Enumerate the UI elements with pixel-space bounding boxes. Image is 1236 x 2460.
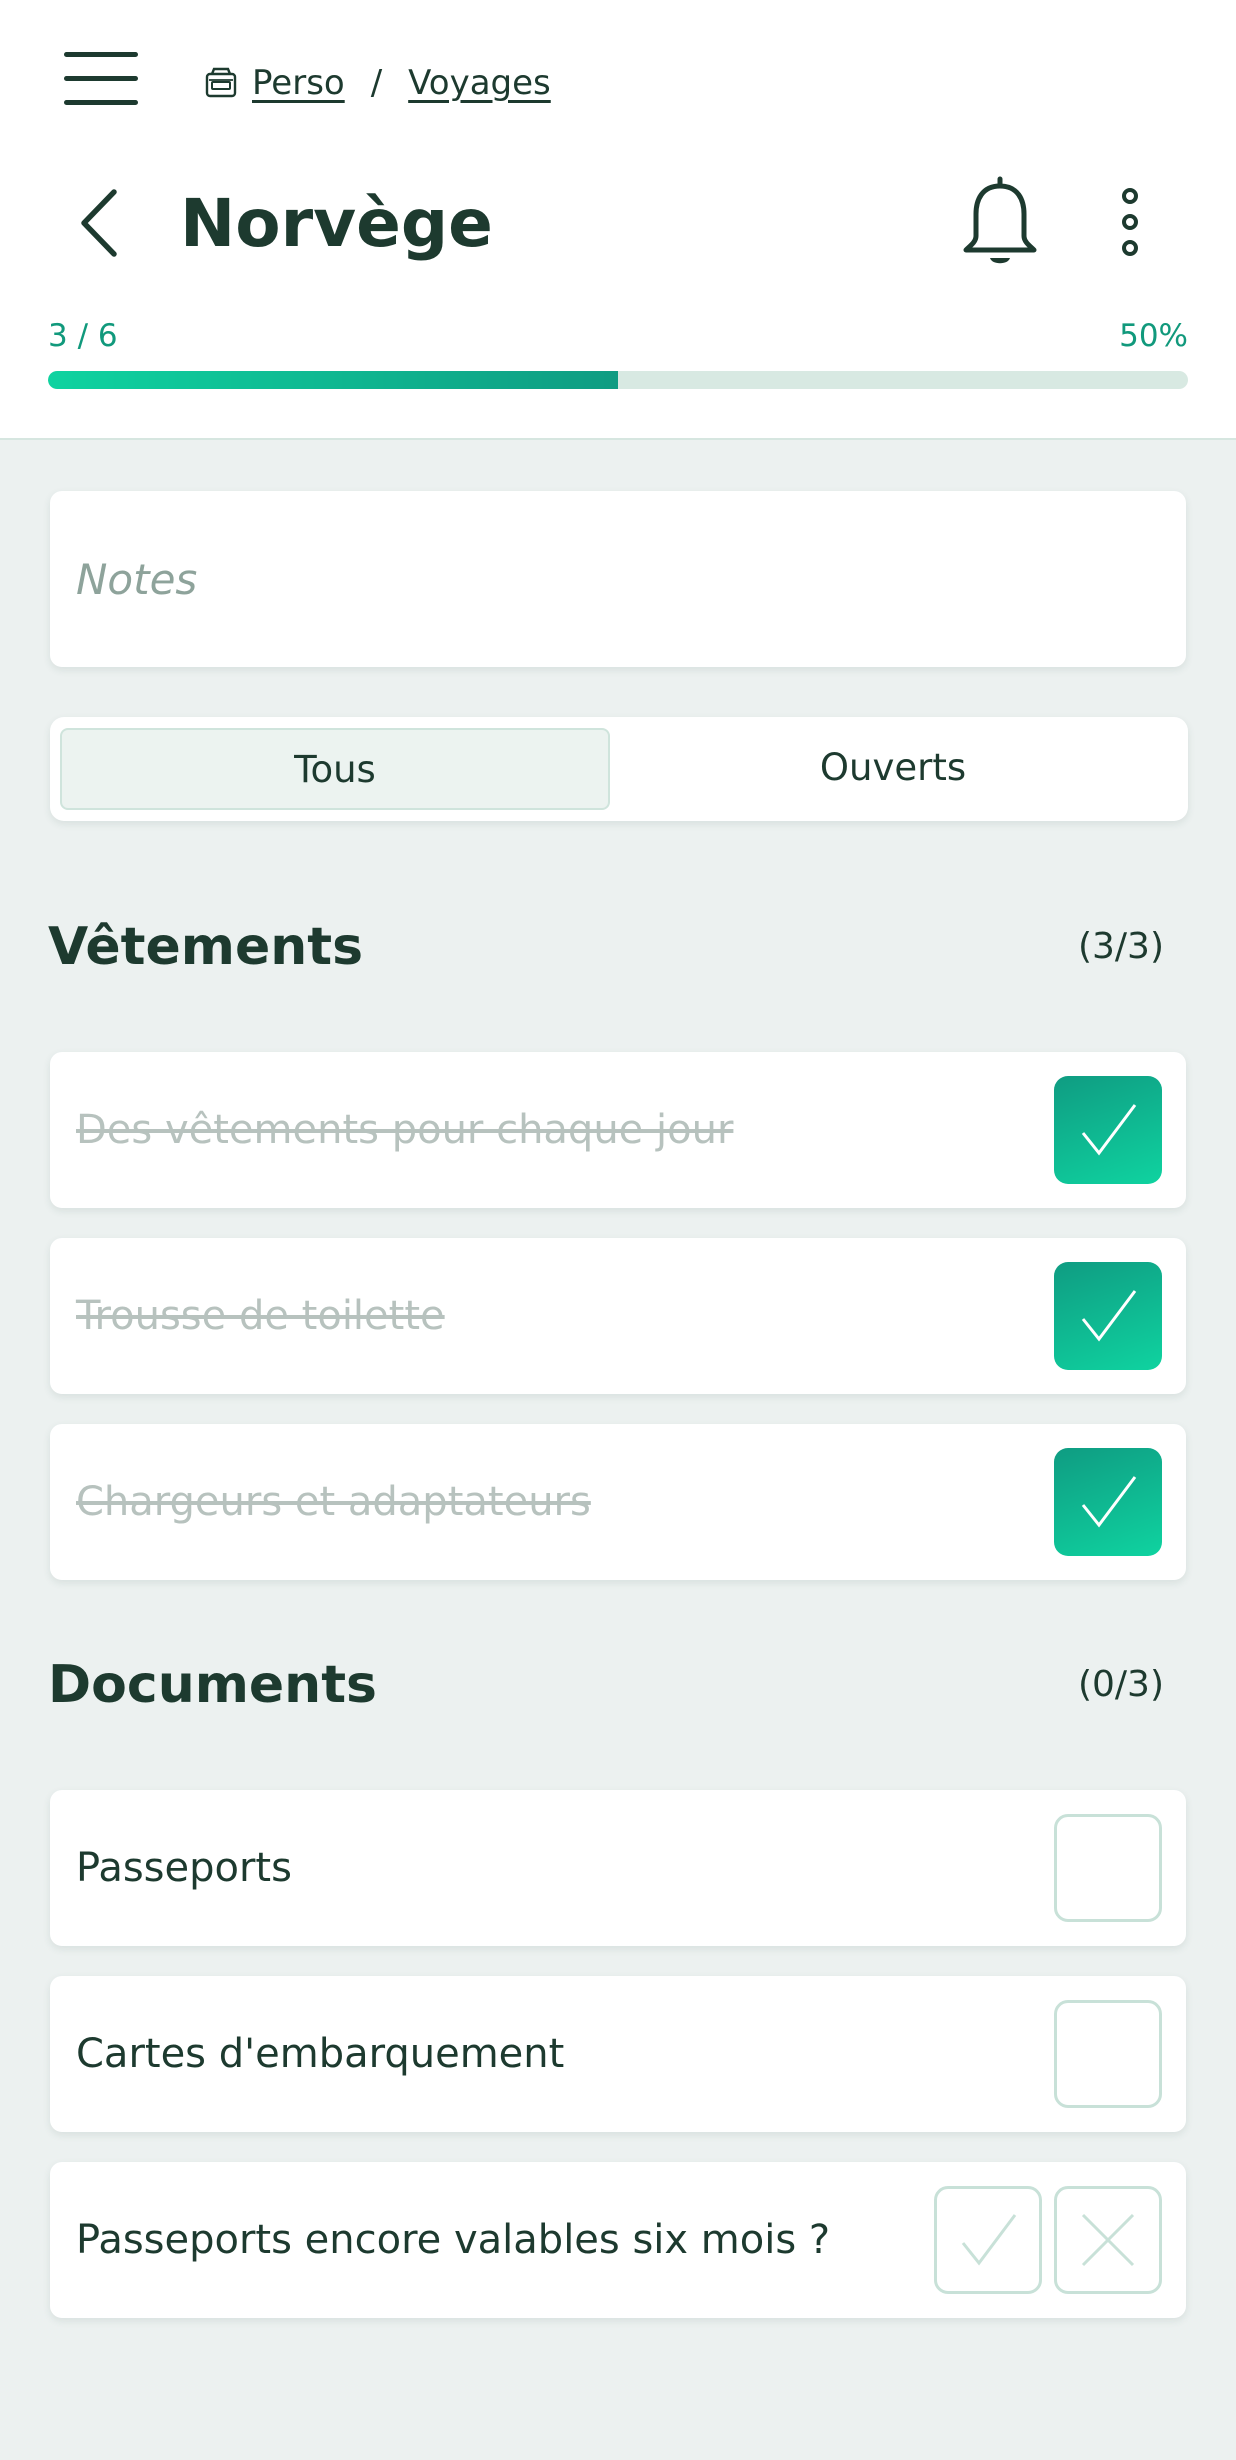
menu-icon[interactable] — [56, 44, 146, 114]
list-item: Cartes d'embarquement — [50, 1976, 1186, 2132]
tab-ouverts[interactable]: Ouverts — [620, 728, 1166, 806]
progress-count: 3 / 6 — [48, 318, 118, 354]
breadcrumb-link-perso[interactable]: Perso — [252, 63, 345, 103]
section-count-vetements: (3/3) — [1077, 926, 1164, 967]
back-arrow-icon[interactable] — [70, 178, 130, 268]
notes-input[interactable] — [50, 554, 1186, 604]
answer-yes-button[interactable] — [934, 2186, 1042, 2294]
item-label: Cartes d'embarquement — [76, 2031, 565, 2077]
list-item: Passeports — [50, 1790, 1186, 1946]
bell-icon[interactable] — [958, 176, 1042, 268]
checkmark-icon — [961, 2214, 1017, 2266]
close-icon — [1081, 2213, 1135, 2267]
list-item: Trousse de toilette — [50, 1238, 1186, 1394]
app-header: Perso / Voyages Norvège 3 / 6 50% — [0, 0, 1236, 440]
checkmark-icon — [1081, 1290, 1137, 1342]
folder-icon — [205, 67, 237, 98]
answer-no-button[interactable] — [1054, 2186, 1162, 2294]
section-title-vetements: Vêtements — [48, 917, 364, 977]
list-item: Des vêtements pour chaque jour — [50, 1052, 1186, 1208]
item-label: Chargeurs et adaptateurs — [76, 1479, 591, 1525]
filter-segmented-control: Tous Ouverts — [50, 717, 1188, 821]
checkbox-unchecked[interactable] — [1054, 1814, 1162, 1922]
item-label: Passeports encore valables six mois ? — [76, 2217, 831, 2263]
breadcrumb-link-voyages[interactable]: Voyages — [408, 63, 551, 103]
progress-bar-fill — [48, 371, 618, 389]
item-label: Passeports — [76, 1845, 292, 1891]
tab-tous[interactable]: Tous — [60, 728, 610, 810]
breadcrumb-separator: / — [370, 63, 383, 103]
checkbox-checked[interactable] — [1054, 1262, 1162, 1370]
page-title: Norvège — [180, 185, 493, 262]
checkbox-unchecked[interactable] — [1054, 2000, 1162, 2108]
list-item: Chargeurs et adaptateurs — [50, 1424, 1186, 1580]
progress-bar — [48, 371, 1188, 389]
list-item: Passeports encore valables six mois ? — [50, 2162, 1186, 2318]
checkbox-checked[interactable] — [1054, 1076, 1162, 1184]
checkmark-icon — [1081, 1476, 1137, 1528]
breadcrumb: Perso / Voyages — [204, 58, 551, 108]
progress-percent: 50% — [1119, 318, 1188, 354]
checkbox-checked[interactable] — [1054, 1448, 1162, 1556]
item-label: Des vêtements pour chaque jour — [76, 1107, 734, 1153]
notes-card — [50, 491, 1186, 667]
section-title-documents: Documents — [48, 1655, 378, 1715]
section-count-documents: (0/3) — [1077, 1664, 1164, 1705]
more-vertical-icon[interactable] — [1110, 186, 1150, 258]
checkmark-icon — [1081, 1104, 1137, 1156]
item-label: Trousse de toilette — [76, 1293, 445, 1339]
